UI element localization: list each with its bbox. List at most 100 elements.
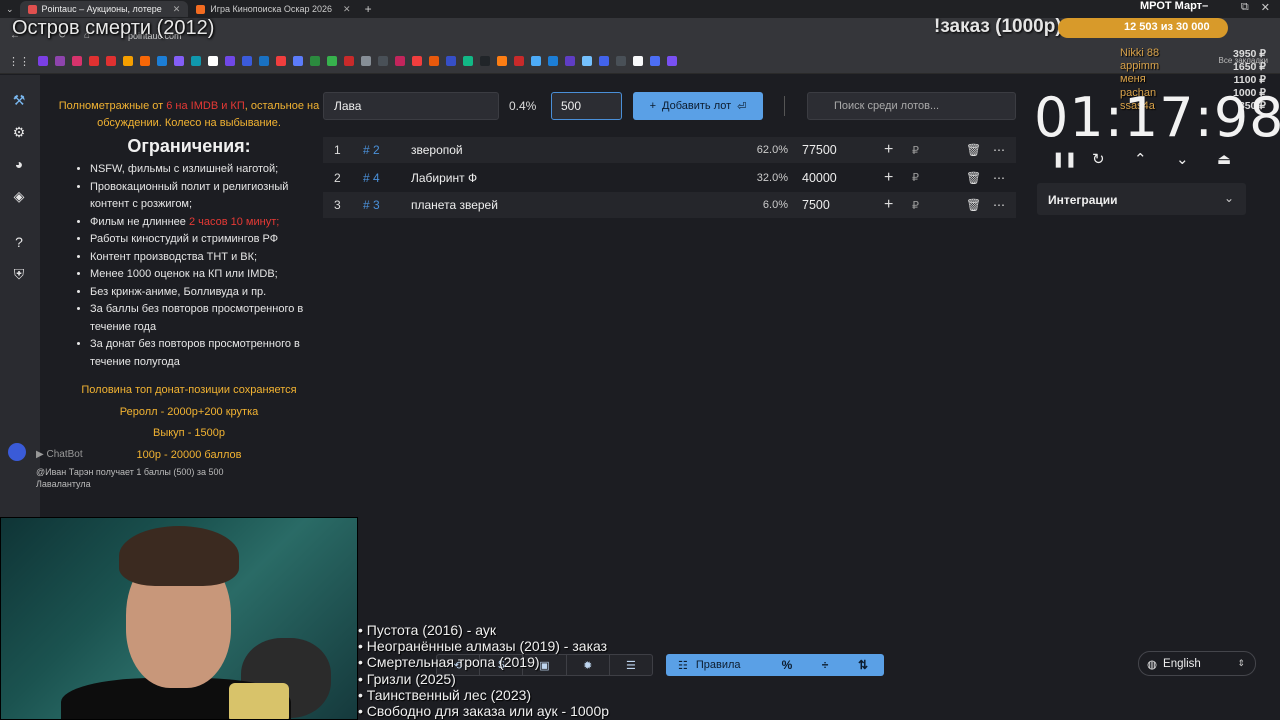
bookmark-favicon-icon[interactable] [140, 56, 150, 66]
lot-name[interactable]: Лабиринт Ф [411, 171, 477, 185]
close-tab-icon[interactable]: ✕ [173, 4, 181, 15]
settings-gear-icon[interactable]: ⚙ [10, 123, 28, 141]
lot-name[interactable]: зверопой [411, 143, 463, 157]
layers-icon[interactable]: ◈ [10, 187, 28, 205]
restart-icon[interactable]: ↻ [1092, 150, 1105, 168]
bookmark-favicon-icon[interactable] [55, 56, 65, 66]
lot-name[interactable]: планета зверей [411, 198, 498, 212]
lot-index: 2 [334, 170, 341, 185]
close-window-icon[interactable]: ✕ [1261, 1, 1270, 14]
currency-ruble-icon[interactable]: ₽ [912, 144, 919, 157]
bookmark-favicon-icon[interactable] [633, 56, 643, 66]
bookmark-favicon-icon[interactable] [38, 56, 48, 66]
add-amount-plus-icon[interactable]: + [884, 141, 893, 159]
more-options-icon[interactable]: ⋯ [993, 198, 1005, 212]
bookmark-favicon-icon[interactable] [259, 56, 269, 66]
currency-ruble-icon[interactable]: ₽ [912, 171, 919, 184]
pause-icon[interactable]: ❚❚ [1052, 150, 1077, 168]
bookmark-favicon-icon[interactable] [157, 56, 167, 66]
bookmark-favicon-icon[interactable] [582, 56, 592, 66]
add-lot-label: Добавить лот [662, 100, 732, 112]
delete-trash-icon[interactable]: 🗑︎ [966, 198, 981, 212]
tab-pointauc[interactable]: Pointauc – Аукционы, лотере ✕ [19, 1, 189, 17]
apps-grid-icon[interactable]: ⋮⋮ [8, 55, 30, 68]
bookmark-favicon-icon[interactable] [208, 56, 218, 66]
more-options-icon[interactable]: ⋯ [993, 143, 1005, 157]
bookmark-favicon-icon[interactable] [565, 56, 575, 66]
wheel-pie-icon[interactable]: ◕ [10, 155, 28, 173]
chatbot-name-text: ChatBot [46, 449, 83, 460]
percent-icon[interactable]: % [768, 658, 806, 672]
new-tab-plus-icon[interactable]: + [365, 2, 372, 16]
eject-up-icon[interactable]: ⏏ [1217, 150, 1231, 168]
bookmark-favicon-icon[interactable] [378, 56, 388, 66]
bookmark-favicon-icon[interactable] [429, 56, 439, 66]
bookmark-favicon-icon[interactable] [344, 56, 354, 66]
bookmark-favicon-icon[interactable] [72, 56, 82, 66]
bookmark-favicon-icon[interactable] [327, 56, 337, 66]
chevron-down-icon[interactable]: ⌄ [1176, 150, 1189, 168]
bookmark-favicon-icon[interactable] [123, 56, 133, 66]
bookmark-favicon-icon[interactable] [531, 56, 541, 66]
rules-button[interactable]: ☷ Правила [666, 659, 768, 672]
currency-ruble-icon[interactable]: ₽ [912, 199, 919, 212]
delete-trash-icon[interactable]: 🗑︎ [966, 143, 981, 157]
lot-amount[interactable]: 77500 [802, 143, 837, 157]
bookmark-favicon-icon[interactable] [616, 56, 626, 66]
split-icon[interactable]: ÷ [806, 658, 844, 672]
bookmark-favicon-icon[interactable] [412, 56, 422, 66]
sort-icon[interactable]: ⇅ [844, 658, 882, 672]
add-amount-plus-icon[interactable]: + [884, 169, 893, 187]
lot-row[interactable]: 3 # 3 планета зверей 6.0% 7500 + ₽ 🗑︎ ⋯ [323, 192, 1016, 218]
add-lot-button[interactable]: + Добавить лот ⏎ [633, 92, 763, 120]
bookmark-favicon-icon[interactable] [310, 56, 320, 66]
bookmark-favicon-icon[interactable] [514, 56, 524, 66]
lot-id[interactable]: # 4 [363, 171, 380, 185]
lot-name-input[interactable] [323, 92, 499, 120]
goal-progress-text: 12 503 из 30 000 [1124, 21, 1210, 33]
bookmark-favicon-icon[interactable] [191, 56, 201, 66]
lot-search-input[interactable]: Поиск среди лотов... [807, 92, 1016, 120]
add-amount-plus-icon[interactable]: + [884, 196, 893, 214]
bookmark-favicon-icon[interactable] [548, 56, 558, 66]
bookmark-favicon-icon[interactable] [361, 56, 371, 66]
lot-row[interactable]: 2 # 4 Лабиринт Ф 32.0% 40000 + ₽ 🗑︎ ⋯ [323, 165, 1016, 191]
lot-amount[interactable]: 40000 [802, 171, 837, 185]
lot-row[interactable]: 1 # 2 зверопой 62.0% 77500 + ₽ 🗑︎ ⋯ [323, 137, 1016, 163]
chevron-up-icon[interactable]: ⌃ [1134, 150, 1147, 168]
tab-kinopoisk[interactable]: Игра Кинопоиска Оскар 2026 ✕ [188, 1, 358, 17]
bookmark-favicon-icon[interactable] [89, 56, 99, 66]
lot-amount[interactable]: 7500 [802, 198, 830, 212]
bookmark-favicon-icon[interactable] [242, 56, 252, 66]
lot-amount-input[interactable] [551, 92, 622, 120]
shield-check-icon[interactable]: ⛨ [10, 265, 28, 283]
bookmark-favicon-icon[interactable] [650, 56, 660, 66]
bookmark-favicon-icon[interactable] [106, 56, 116, 66]
help-question-icon[interactable]: ? [10, 233, 28, 251]
delete-trash-icon[interactable]: 🗑︎ [966, 171, 981, 185]
bookmark-favicon-icon[interactable] [599, 56, 609, 66]
bookmark-favicon-icon[interactable] [293, 56, 303, 66]
bookmark-favicon-icon[interactable] [395, 56, 405, 66]
lot-id[interactable]: # 3 [363, 198, 380, 212]
close-tab-icon[interactable]: ✕ [343, 4, 351, 15]
bookmark-favicon-icon[interactable] [446, 56, 456, 66]
rules-footer-line: Половина топ донат-позиции сохраняется [81, 384, 297, 396]
lot-actions-toolbar: ☷ Правила % ÷ ⇅ [666, 654, 884, 676]
clear-list-icon[interactable]: ☰ [610, 655, 652, 675]
bookmark-favicon-icon[interactable] [497, 56, 507, 66]
restriction-item: Работы киностудий и стримингов РФ [90, 231, 320, 249]
more-options-icon[interactable]: ⋯ [993, 171, 1005, 185]
overlay-goal-label: МРОТ Март– [1140, 0, 1209, 12]
tab-list-chevron-icon[interactable]: ⌄ [0, 4, 20, 15]
bookmark-favicon-icon[interactable] [480, 56, 490, 66]
gavel-auction-icon[interactable]: ⚒ [10, 91, 28, 109]
lot-id[interactable]: # 2 [363, 143, 380, 157]
bookmark-favicon-icon[interactable] [225, 56, 235, 66]
bookmark-favicon-icon[interactable] [174, 56, 184, 66]
restore-window-icon[interactable]: ⧉ [1241, 1, 1249, 14]
bookmark-favicon-icon[interactable] [463, 56, 473, 66]
bookmark-favicon-icon[interactable] [667, 56, 677, 66]
bookmark-favicon-icon[interactable] [276, 56, 286, 66]
language-select[interactable]: ◍ English ⇕ [1138, 651, 1256, 676]
